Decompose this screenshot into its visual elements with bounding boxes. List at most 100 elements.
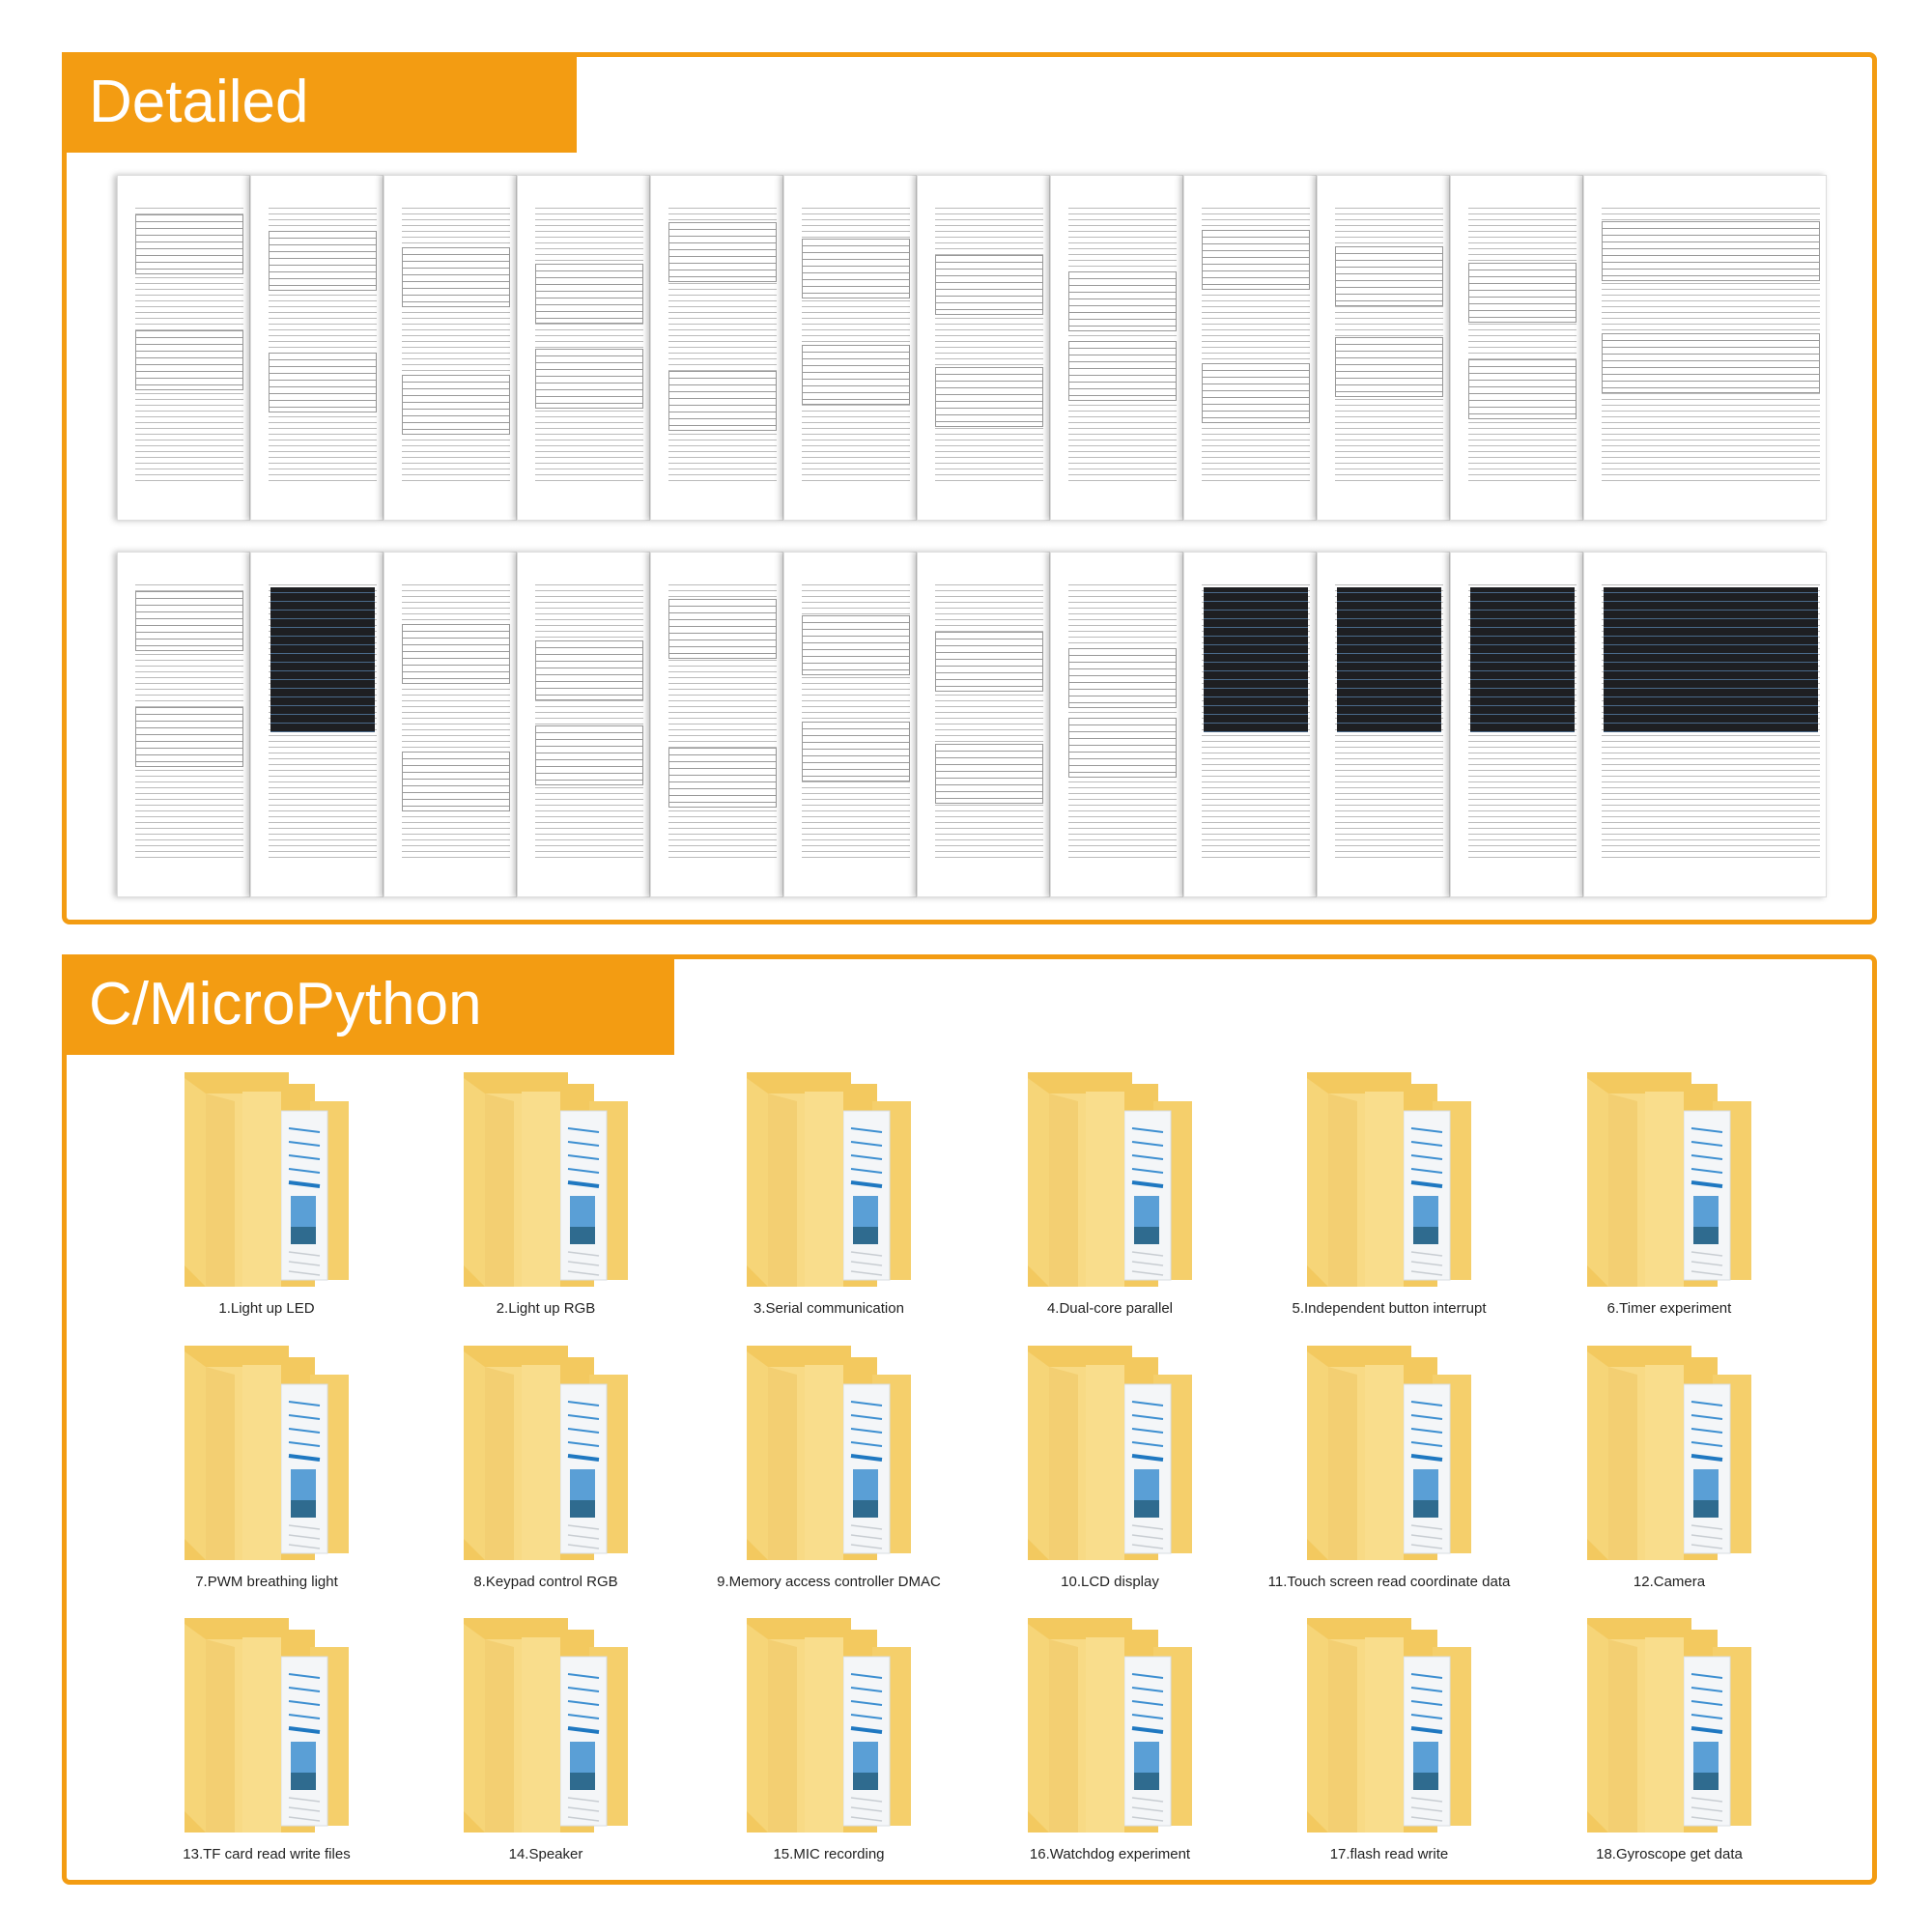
folder-item[interactable]: 13.TF card read write files — [131, 1618, 402, 1879]
folder-item[interactable]: 1.Light up LED — [131, 1072, 402, 1333]
page-table — [1202, 363, 1310, 423]
folder-icon — [1307, 1072, 1471, 1287]
tutorial-page-thumbnail — [917, 552, 1050, 897]
page-text — [935, 205, 1043, 481]
page-table — [802, 345, 910, 405]
folder-label: 15.MIC recording — [773, 1846, 885, 1862]
tutorial-page-thumbnail — [1050, 175, 1183, 521]
folder-label: 17.flash read write — [1329, 1846, 1449, 1862]
folder-item[interactable]: 12.Camera — [1534, 1346, 1804, 1606]
folder-icon — [1028, 1072, 1192, 1287]
page-table — [135, 591, 243, 651]
page-text — [1468, 205, 1577, 481]
tutorial-page-thumbnail — [1317, 175, 1450, 521]
folder-item[interactable]: 4.Dual-core parallel — [975, 1072, 1245, 1333]
folder-item[interactable]: 17.flash read write — [1254, 1618, 1524, 1879]
page-table — [402, 624, 510, 684]
page-table — [1602, 221, 1820, 281]
folder-item[interactable]: 14.Speaker — [411, 1618, 681, 1879]
folder-label: 10.LCD display — [1061, 1574, 1159, 1590]
folder-label: 13.TF card read write files — [183, 1846, 351, 1862]
tutorials-title: Detailed Tutorials — [62, 52, 577, 236]
tutorial-page-thumbnail — [1583, 552, 1827, 897]
page-table — [1068, 718, 1177, 778]
folder-label: 11.Touch screen read coordinate data — [1267, 1574, 1511, 1590]
page-table — [402, 247, 510, 307]
folder-label: 14.Speaker — [508, 1846, 583, 1862]
folder-icon — [1587, 1072, 1751, 1287]
folder-item[interactable]: 6.Timer experiment — [1534, 1072, 1804, 1333]
tutorial-page-thumbnail — [783, 552, 917, 897]
folder-icon — [1587, 1346, 1751, 1560]
tutorial-page-thumbnail — [517, 175, 650, 521]
folder-item[interactable]: 11.Touch screen read coordinate data — [1254, 1346, 1524, 1606]
page-table — [1068, 341, 1177, 401]
page-table — [1068, 271, 1177, 331]
folder-label: 18.Gyroscope get data — [1596, 1846, 1743, 1862]
page-table — [269, 231, 377, 291]
page-table — [1602, 333, 1820, 393]
page-text — [402, 205, 510, 481]
tutorials-panel: Detailed Tutorials — [62, 52, 1877, 924]
tutorial-page-thumbnail — [783, 175, 917, 521]
folder-item[interactable]: 7.PWM breathing light — [131, 1346, 402, 1606]
tutorial-page-thumbnail — [250, 552, 384, 897]
page-table — [802, 239, 910, 298]
folder-label: 12.Camera — [1633, 1574, 1706, 1590]
tutorial-page-thumbnail — [1583, 175, 1827, 521]
page-text — [535, 205, 643, 481]
folder-icon — [747, 1072, 911, 1287]
tutorial-page-thumbnail — [1183, 175, 1317, 521]
folder-label: 4.Dual-core parallel — [1046, 1300, 1174, 1317]
page-table — [935, 255, 1043, 315]
folder-icon — [1028, 1618, 1192, 1833]
code-screenshot — [1204, 587, 1308, 732]
page-table — [668, 599, 777, 659]
folder-icon — [185, 1618, 349, 1833]
page-table — [668, 371, 777, 431]
page-table — [135, 330, 243, 390]
tutorial-pages-row-1 — [117, 175, 1827, 521]
page-table — [535, 640, 643, 700]
folder-label: 16.Watchdog experiment — [1029, 1846, 1191, 1862]
folder-icon — [185, 1346, 349, 1560]
tutorial-page-thumbnail — [1450, 175, 1583, 521]
page-table — [1468, 263, 1577, 323]
tutorial-page-thumbnail — [650, 175, 783, 521]
page-text — [935, 582, 1043, 858]
tutorial-page-thumbnail — [384, 552, 517, 897]
page-table — [1202, 230, 1310, 290]
folder-item[interactable]: 3.Serial communication — [694, 1072, 964, 1333]
page-table — [1335, 337, 1443, 397]
page-text — [402, 582, 510, 858]
folder-item[interactable]: 5.Independent button interrupt — [1254, 1072, 1524, 1333]
tutorial-page-thumbnail — [517, 552, 650, 897]
folder-item[interactable]: 2.Light up RGB — [411, 1072, 681, 1333]
folder-label: 3.Serial communication — [753, 1300, 904, 1317]
folder-item[interactable]: 15.MIC recording — [694, 1618, 964, 1879]
page-table — [402, 375, 510, 435]
folder-label: 9.Memory access controller DMAC — [717, 1574, 941, 1590]
folder-icon — [1307, 1346, 1471, 1560]
tutorial-page-thumbnail — [1450, 552, 1583, 897]
page-table — [1468, 359, 1577, 419]
page-table — [135, 707, 243, 767]
folder-icon — [1307, 1618, 1471, 1833]
folder-grid: 1.Light up LED 2.Light up RGB 3.Serial c… — [67, 959, 1872, 1880]
folder-item[interactable]: 10.LCD display — [975, 1346, 1245, 1606]
folder-item[interactable]: 16.Watchdog experiment — [975, 1618, 1245, 1879]
folder-item[interactable]: 8.Keypad control RGB — [411, 1346, 681, 1606]
folder-item[interactable]: 18.Gyroscope get data — [1534, 1618, 1804, 1879]
page-table — [535, 349, 643, 409]
code-screenshot — [270, 587, 375, 732]
page-table — [668, 222, 777, 282]
page-table — [1068, 648, 1177, 708]
folder-item[interactable]: 9.Memory access controller DMAC — [694, 1346, 964, 1606]
tutorial-page-thumbnail — [384, 175, 517, 521]
folder-icon — [747, 1618, 911, 1833]
code-screenshot — [1337, 587, 1441, 732]
folder-icon — [747, 1346, 911, 1560]
tutorial-page-thumbnail — [1183, 552, 1317, 897]
folder-icon — [1587, 1618, 1751, 1833]
page-table — [402, 752, 510, 811]
